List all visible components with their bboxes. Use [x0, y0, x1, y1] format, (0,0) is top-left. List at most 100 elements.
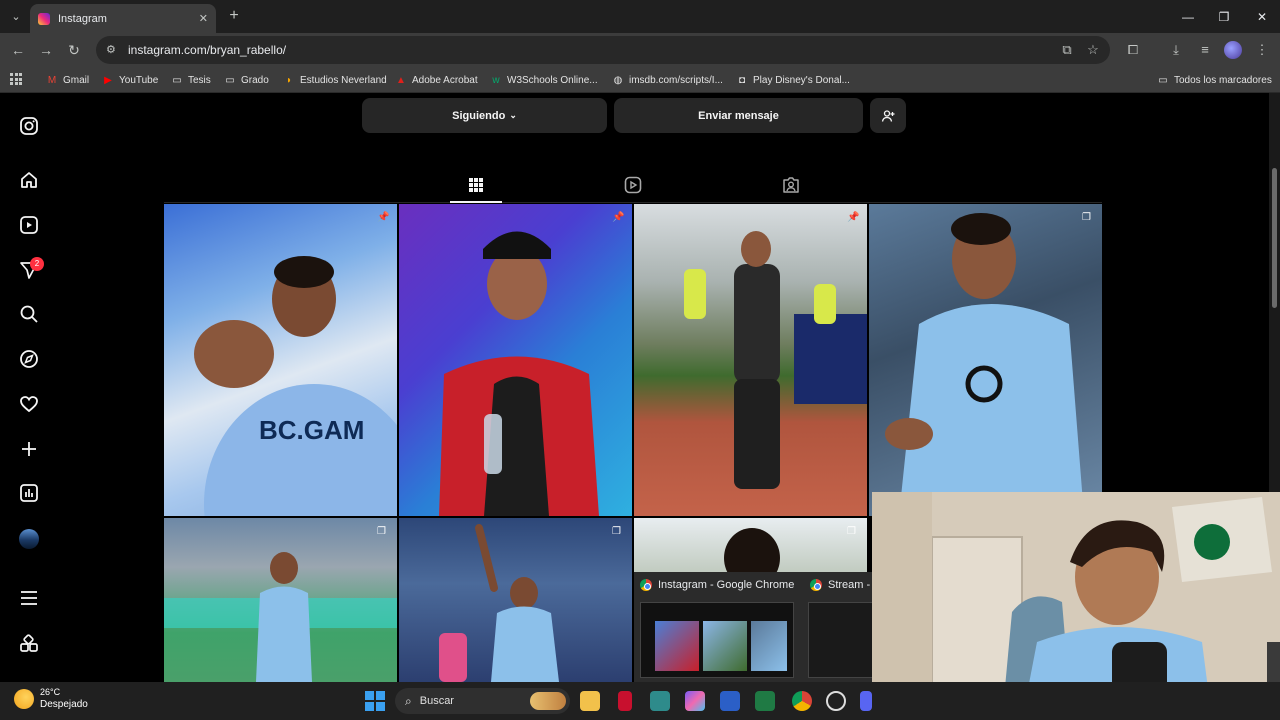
carousel-icon: ❐: [1082, 212, 1091, 223]
taskbar-search-input[interactable]: ⌕ Buscar: [395, 688, 570, 714]
player-match-image: [885, 213, 1084, 516]
bookmark-tesis[interactable]: ▭ Tesis: [171, 72, 211, 88]
post-thumbnail[interactable]: ❐: [869, 204, 1102, 516]
bookmark-imsdb[interactable]: ◍ imsdb.com/scripts/I...: [612, 72, 723, 88]
browser-toolbar: ← → ↻ ⚙ instagram.com/bryan_rabello/ ⧉ ☆…: [0, 33, 1280, 67]
tab-divider: [164, 202, 1102, 203]
hamburger-menu-icon[interactable]: [18, 587, 40, 609]
extensions-icon[interactable]: ⧠: [1123, 40, 1143, 60]
profile-avatar[interactable]: [1224, 41, 1242, 59]
maximize-button[interactable]: ❐: [1206, 0, 1242, 33]
post-thumbnail[interactable]: ❐: [164, 518, 397, 682]
chrome-icon: [640, 579, 652, 591]
home-icon[interactable]: [18, 169, 40, 191]
gmail-icon: M: [47, 74, 57, 86]
carousel-icon: ❐: [847, 526, 856, 537]
bookmark-disney[interactable]: ◘ Play Disney's Donal...: [736, 72, 850, 88]
acrobat-icon: ▲: [396, 74, 406, 86]
back-arrow-icon[interactable]: ←: [8, 40, 28, 60]
post-thumbnail[interactable]: BC.GAM 📌: [164, 204, 397, 516]
bookmark-adobe-acrobat[interactable]: ▲ Adobe Acrobat: [395, 72, 478, 88]
bookmark-grado[interactable]: ▭ Grado: [224, 72, 269, 88]
apps-grid-icon[interactable]: [10, 73, 22, 85]
dashboard-icon[interactable]: [18, 482, 40, 504]
following-label: Siguiendo: [452, 109, 506, 122]
browser-tab-strip: ⌄ Instagram ✕ + — ❐ ✕: [0, 0, 1280, 33]
gamepad-icon: ◘: [738, 74, 746, 86]
scrollbar-thumb[interactable]: [1272, 168, 1277, 308]
dev-tool-icon[interactable]: [650, 691, 670, 711]
copilot-icon[interactable]: [685, 691, 705, 711]
file-explorer-icon[interactable]: [580, 691, 600, 711]
post-thumbnail[interactable]: ❐: [399, 518, 632, 682]
search-icon[interactable]: [18, 303, 40, 325]
profile-avatar-nav[interactable]: [19, 529, 39, 549]
downloads-icon[interactable]: ⤓: [1166, 40, 1186, 60]
carousel-icon: ❐: [377, 526, 386, 537]
tab-title: Instagram: [58, 12, 107, 25]
tab-search-icon[interactable]: ⌄: [6, 6, 26, 26]
player-field-image: [164, 552, 397, 682]
windows-start-icon[interactable]: [365, 691, 385, 711]
chrome-taskbar-icon[interactable]: [792, 691, 812, 711]
weather-temperature: 26°C: [40, 687, 61, 697]
player-celebration-image: [439, 524, 559, 682]
bookmark-estudios-neverland[interactable]: ◗ Estudios Neverland: [283, 72, 387, 88]
globe-icon: ◍: [613, 74, 623, 86]
suggested-users-button[interactable]: [870, 98, 906, 133]
create-plus-icon[interactable]: [18, 438, 40, 460]
minimize-button[interactable]: —: [1170, 0, 1206, 33]
windows-taskbar: 26°C Despejado ⌕ Buscar: [0, 682, 1280, 720]
send-message-button[interactable]: Enviar mensaje: [614, 98, 863, 133]
bookmarks-bar: M Gmail ▶ YouTube ▭ Tesis ▭ Grado ◗ Estudios …: [0, 67, 1280, 93]
tab-tagged-icon[interactable]: [781, 175, 801, 195]
new-tab-button[interactable]: +: [225, 6, 243, 26]
preview-stream-window[interactable]: Stream - K: [804, 572, 881, 682]
search-icon: ⌕: [405, 693, 412, 708]
instagram-logo-icon[interactable]: [18, 115, 40, 137]
pinned-icon: 📌: [847, 212, 860, 223]
more-menu-icon[interactable]: ⋮: [1252, 40, 1272, 60]
player-pointing-image: BC.GAM: [194, 256, 397, 516]
close-window-button[interactable]: ✕: [1244, 0, 1280, 33]
word-icon[interactable]: [720, 691, 740, 711]
all-bookmarks-folder[interactable]: ▭ Todos los marcadores: [1157, 72, 1272, 88]
reload-icon[interactable]: ↻: [64, 40, 84, 60]
heart-icon[interactable]: [18, 393, 40, 415]
player-stadium-image: [684, 231, 867, 489]
notification-badge: 2: [30, 257, 44, 271]
bookmark-w3schools[interactable]: w W3Schools Online...: [490, 72, 597, 88]
post-thumbnail[interactable]: 📌: [399, 204, 632, 516]
tab-posts-grid-icon[interactable]: [466, 175, 486, 195]
folder-icon: ▭: [1158, 74, 1168, 86]
install-app-icon[interactable]: ⧉: [1056, 36, 1078, 64]
bookmark-gmail[interactable]: M Gmail: [46, 72, 89, 88]
red-app-icon[interactable]: [618, 691, 632, 711]
site-info-icon[interactable]: ⚙: [106, 43, 120, 57]
url-text: instagram.com/bryan_rabello/: [128, 43, 287, 57]
carousel-icon: ❐: [612, 526, 621, 537]
discord-icon[interactable]: [860, 691, 872, 711]
bookmark-star-icon[interactable]: ☆: [1082, 36, 1104, 64]
apps-icon[interactable]: [18, 633, 40, 655]
preview-image: [808, 602, 874, 678]
reading-list-icon[interactable]: ≡: [1195, 40, 1215, 60]
post-thumbnail[interactable]: 📌: [634, 204, 867, 516]
sun-weather-icon: [14, 688, 34, 709]
address-bar[interactable]: ⚙ instagram.com/bryan_rabello/ ⧉ ☆: [96, 36, 1110, 64]
preview-instagram-window[interactable]: Instagram - Google Chrome: [634, 572, 802, 682]
folder-icon: ▭: [172, 74, 182, 86]
following-button[interactable]: Siguiendo ⌄: [362, 98, 607, 133]
tab-reels-icon[interactable]: [623, 175, 643, 195]
folder-icon: ▭: [225, 74, 235, 86]
obs-icon[interactable]: [826, 691, 846, 711]
excel-icon[interactable]: [755, 691, 775, 711]
explore-icon[interactable]: [18, 348, 40, 370]
weather-widget[interactable]: 26°C Despejado: [14, 686, 88, 711]
pinned-icon: 📌: [377, 212, 390, 223]
browser-tab-instagram[interactable]: Instagram ✕: [30, 4, 216, 33]
forward-arrow-icon[interactable]: →: [36, 40, 56, 60]
bookmark-youtube[interactable]: ▶ YouTube: [102, 72, 158, 88]
reels-icon[interactable]: [18, 214, 40, 236]
tab-close-icon[interactable]: ✕: [199, 12, 208, 25]
